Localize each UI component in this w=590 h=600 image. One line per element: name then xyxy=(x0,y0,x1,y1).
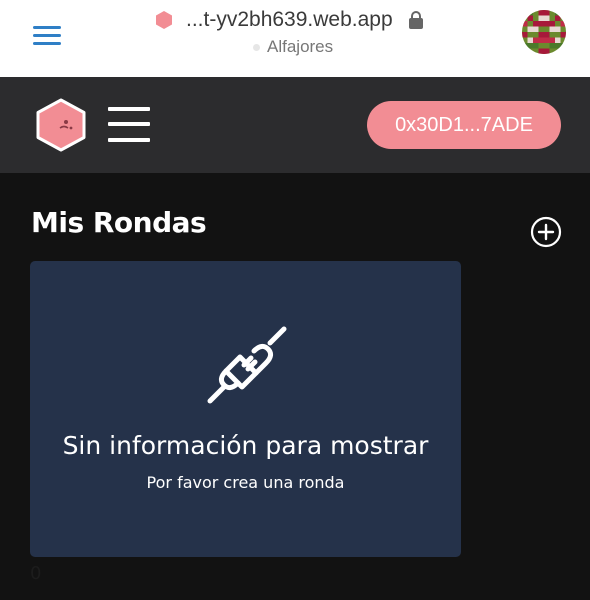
page-title: Mis Rondas xyxy=(31,206,207,239)
rounds-count: 0 xyxy=(30,563,42,584)
network-name: Alfajores xyxy=(267,37,334,56)
network-indicator: Alfajores xyxy=(253,37,333,57)
browser-menu-icon[interactable] xyxy=(33,26,61,46)
site-favicon-icon xyxy=(156,11,172,29)
empty-state-title: Sin información para mostrar xyxy=(62,431,429,460)
account-button[interactable]: 0x30D1...7ADE xyxy=(367,101,561,149)
app-menu-icon[interactable] xyxy=(108,107,150,142)
account-identicon-icon[interactable] xyxy=(522,10,566,54)
url-bar[interactable]: ...t-yv2bh639.web.app xyxy=(154,7,423,33)
plug-icon xyxy=(207,326,287,404)
add-circle-icon[interactable] xyxy=(530,216,562,248)
network-status-dot xyxy=(253,43,260,51)
browser-top-bar: ...t-yv2bh639.web.app Alfajores xyxy=(0,0,590,77)
lock-icon xyxy=(408,11,423,29)
app-header: 0x30D1...7ADE xyxy=(0,77,590,173)
url-text: ...t-yv2bh639.web.app xyxy=(186,8,393,31)
app-logo-icon[interactable] xyxy=(34,97,88,153)
empty-state-subtitle: Por favor crea una ronda xyxy=(146,473,345,492)
empty-state-card: Sin información para mostrar Por favor c… xyxy=(30,261,461,557)
